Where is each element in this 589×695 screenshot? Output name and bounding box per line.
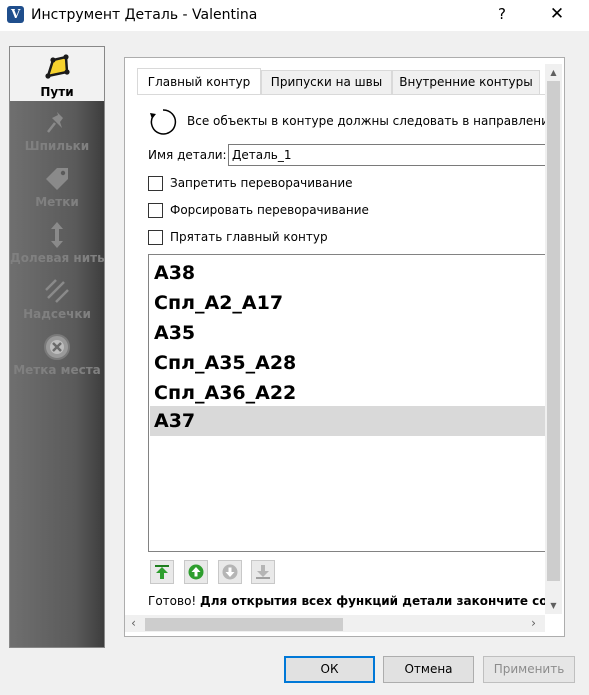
move-down-icon <box>222 564 238 580</box>
move-bottom-button[interactable] <box>251 560 275 584</box>
list-item[interactable]: Спл_А2_А17 <box>150 288 545 318</box>
horizontal-scroll-thumb[interactable] <box>145 618 343 631</box>
clockwise-direction-icon <box>150 109 177 135</box>
vertical-scrollbar[interactable]: ▲ ▼ <box>545 64 562 614</box>
sidebar-item-label: Пути <box>40 85 74 99</box>
sidebar-item-paths[interactable]: Пути <box>10 47 104 101</box>
scroll-up-icon[interactable]: ▲ <box>545 64 562 81</box>
notches-icon <box>45 279 69 303</box>
list-item-selected[interactable]: А37 <box>150 406 545 436</box>
title-bar: V Инструмент Деталь - Valentina ? ✕ <box>0 0 589 31</box>
tab-internal-paths[interactable]: Внутренние контуры <box>392 70 540 94</box>
list-item[interactable]: Спл_А35_А28 <box>150 348 545 378</box>
label-tag-icon <box>46 168 68 190</box>
grainline-icon <box>51 222 63 248</box>
sidebar-item-label: Метка места <box>13 363 101 377</box>
place-label-icon <box>44 334 70 360</box>
path-nodes-list[interactable]: А38 Спл_А2_А17 А35 Спл_А35_А28 Спл_А36_А… <box>148 254 545 552</box>
ok-button[interactable]: ОК <box>284 656 375 683</box>
sidebar-item-label: Долевая нить <box>10 251 105 265</box>
tab-pane-border <box>137 94 545 95</box>
scroll-down-icon[interactable]: ▼ <box>545 597 562 614</box>
sidebar-item-label: Метки <box>35 195 79 209</box>
tab-seam-allowance[interactable]: Припуски на швы <box>261 70 392 94</box>
status-message: Для открытия всех функций детали закончи… <box>200 594 545 608</box>
sidebar-item-labels[interactable]: Метки <box>10 159 104 213</box>
hide-main-path-label: Прятать главный контур <box>170 230 328 244</box>
sidebar-item-grainline[interactable]: Долевая нить <box>10 215 105 269</box>
force-flipping-label: Форсировать переворачивание <box>170 203 369 217</box>
scroll-right-icon[interactable]: › <box>525 615 542 632</box>
sidebar-item-notches[interactable]: Надсечки <box>10 271 104 325</box>
move-up-icon <box>188 564 204 580</box>
sidebar-item-label: Шпильки <box>24 139 90 153</box>
direction-hint: Все объекты в контуре должны следовать в… <box>187 114 545 128</box>
close-button[interactable]: ✕ <box>547 4 567 26</box>
tab-main-path[interactable]: Главный контур <box>137 68 261 94</box>
sidebar: Пути Шпильки Метки Долевая нить Надсечки <box>9 46 105 648</box>
forbid-flipping-checkbox[interactable] <box>148 176 163 191</box>
vertical-scroll-thumb[interactable] <box>547 81 560 581</box>
status-line: Готово! Для открытия всех функций детали… <box>148 594 545 608</box>
apply-button[interactable]: Применить <box>483 656 575 683</box>
scroll-left-icon[interactable]: ‹ <box>125 615 142 632</box>
valentina-app-icon: V <box>7 6 24 23</box>
move-down-button[interactable] <box>218 560 242 584</box>
path-icon <box>45 54 70 79</box>
list-item[interactable]: А38 <box>150 258 545 288</box>
forbid-flipping-label: Запретить переворачивание <box>170 176 353 190</box>
move-top-icon <box>155 565 169 579</box>
status-ready: Готово! <box>148 594 197 608</box>
sidebar-item-pins[interactable]: Шпильки <box>10 103 104 157</box>
help-button[interactable]: ? <box>494 5 510 25</box>
window-title: Инструмент Деталь - Valentina <box>31 7 258 23</box>
move-bottom-icon <box>256 565 270 579</box>
force-flipping-checkbox[interactable] <box>148 203 163 218</box>
sidebar-item-label: Надсечки <box>23 307 91 321</box>
piece-name-label: Имя детали: <box>148 148 227 162</box>
horizontal-scrollbar[interactable]: ‹ › <box>125 615 545 632</box>
hide-main-path-checkbox[interactable] <box>148 230 163 245</box>
move-up-button[interactable] <box>184 560 208 584</box>
move-top-button[interactable] <box>150 560 174 584</box>
piece-name-input[interactable] <box>228 144 545 166</box>
sidebar-item-place-label[interactable]: Метка места <box>10 327 104 381</box>
list-item[interactable]: А35 <box>150 318 545 348</box>
list-item[interactable]: Спл_А36_А22 <box>150 378 545 408</box>
pin-icon <box>47 112 63 133</box>
cancel-button[interactable]: Отмена <box>383 656 474 683</box>
